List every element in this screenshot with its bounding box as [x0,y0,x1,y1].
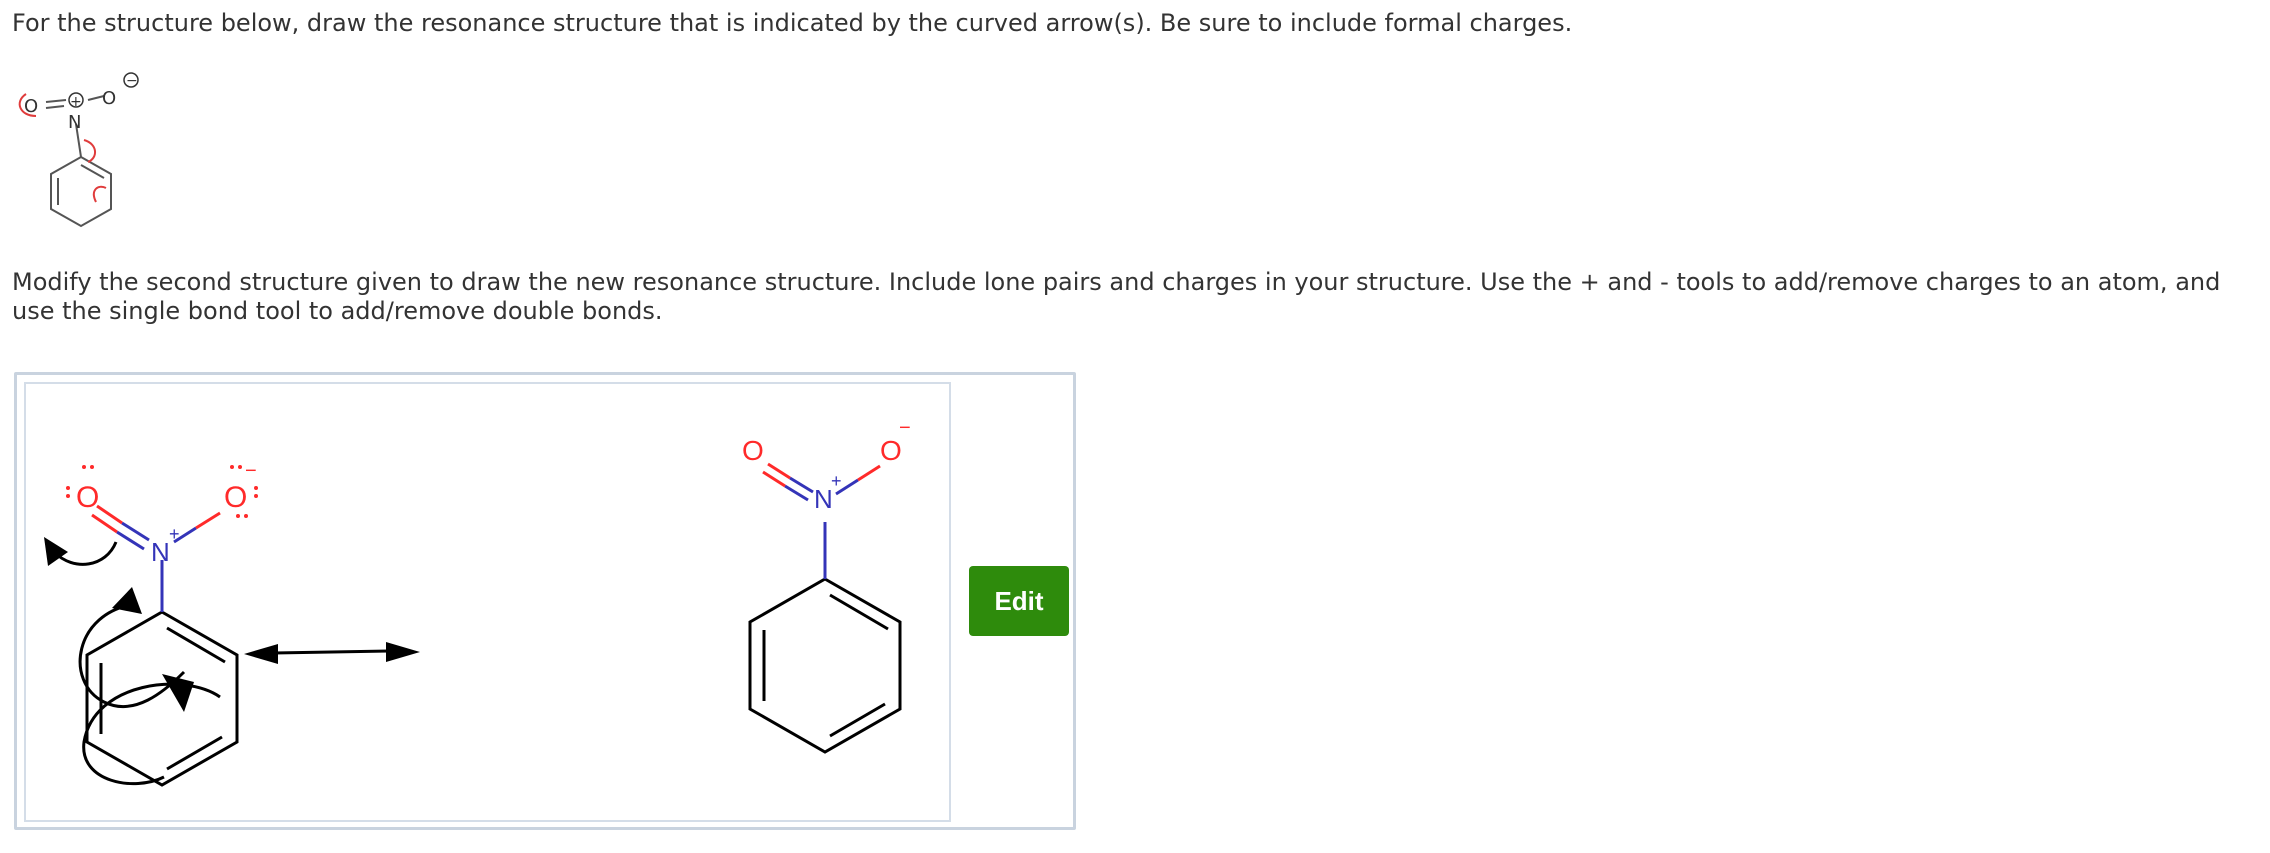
right-oxygen-single: O [880,435,902,466]
left-oxygen-single-charge: − [245,460,257,482]
left-nitrogen: N [151,537,170,567]
resonance-arrow [244,642,420,664]
right-benzene-ring [748,577,902,754]
right-n-o-double-bond [762,462,814,502]
thumbnail-atoms: O N O + − [24,72,139,133]
left-oxygen-single: O [224,481,247,514]
left-n-o-single-bond [173,511,221,544]
right-oxygen-double: O [742,435,764,466]
right-structure[interactable]: N + O O − [742,417,911,754]
left-oxygen-double: O [76,481,99,514]
instructions-text: Modify the second structure given to dra… [12,268,2221,325]
question-prompt: For the structure below, draw the resona… [12,9,1573,37]
edit-button[interactable]: Edit [969,566,1069,636]
left-nitrogen-charge: + [169,524,180,544]
right-nitrogen-charge: + [831,471,842,491]
left-n-o-double-bond [91,504,150,551]
left-curved-arrows [52,541,221,785]
right-nitrogen: N [814,484,833,514]
thumb-plus: + [70,94,82,110]
sketcher-drawing: N + O O − N + O O − [44,417,911,787]
given-structure-thumbnail: O N O + − [18,72,139,228]
right-oxygen-single-charge: − [899,417,911,439]
left-arrowheads [44,537,194,712]
thumb-o-right: O [102,88,116,109]
left-benzene-ring [85,610,239,787]
right-n-o-single-bond [835,464,881,496]
thumb-n: N [68,112,81,133]
left-structure: N + O O − [44,460,258,787]
thumb-minus: − [126,73,138,89]
